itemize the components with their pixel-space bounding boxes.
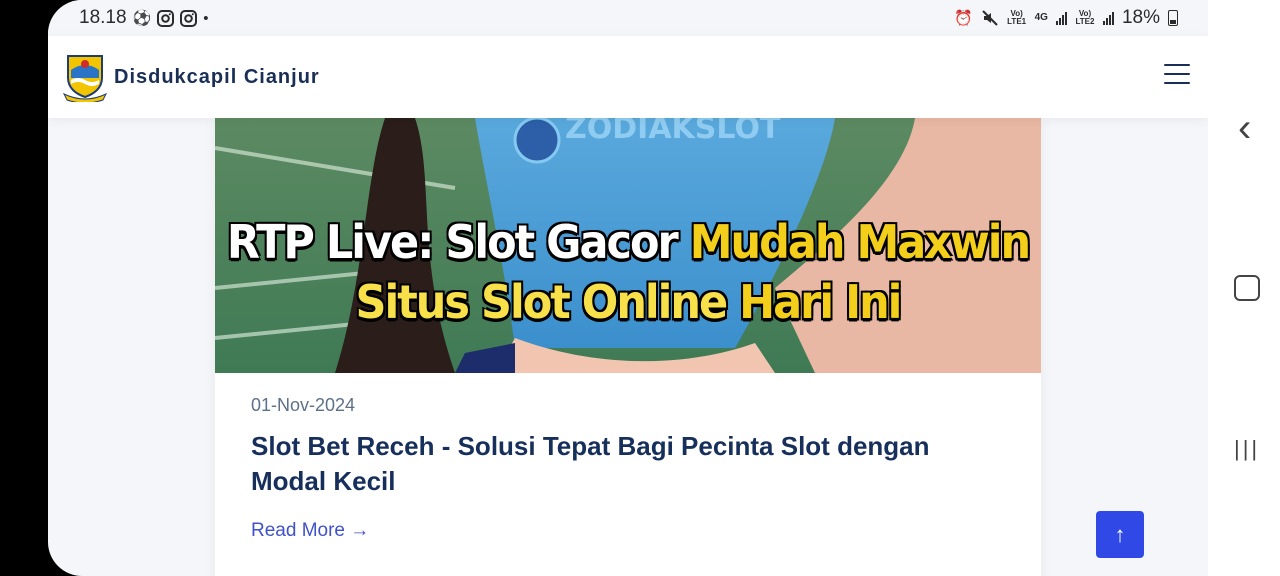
hamburger-menu-icon[interactable] (1164, 64, 1190, 88)
site-header: Disdukcapil Cianjur (48, 36, 1208, 118)
image-headline-1: RTP Live: Slot Gacor Mudah Maxwin (226, 216, 1031, 270)
soccer-ball-icon: ⚽ (132, 9, 152, 27)
scroll-to-top-button[interactable]: ↑ (1096, 511, 1144, 558)
instagram-icon (157, 9, 175, 27)
sim2-label: Vo) LTE2 (1075, 9, 1095, 26)
status-time: 18.18 (79, 7, 127, 28)
signal-icon (1102, 11, 1114, 25)
image-headline-2: Situs Slot Online Hari Ini (355, 276, 903, 330)
read-more-link[interactable]: Read More → (251, 520, 369, 542)
post-card: ZODIAKSLOT RTP Live: Slot Gacor Mudah Ma… (215, 118, 1041, 576)
signal-icon (1055, 11, 1067, 25)
notification-dot-icon: • (203, 9, 209, 27)
mute-icon (981, 10, 998, 26)
post-date: 01-Nov-2024 (251, 395, 356, 415)
recents-icon[interactable]: ||| (1234, 436, 1260, 462)
site-brand[interactable]: Disdukcapil Cianjur (114, 66, 320, 89)
battery-icon (1168, 10, 1178, 26)
battery-percent: 18% (1121, 7, 1160, 28)
post-title[interactable]: Slot Bet Receh - Solusi Tepat Bagi Pecin… (251, 429, 1011, 499)
shirt-logo-text: ZODIAKSLOT (565, 118, 781, 146)
status-bar: 18.18 ⚽ • ⏰ Vo) LTE1 4G Vo) LTE2 18% (48, 0, 1208, 36)
cianjur-logo[interactable] (62, 52, 108, 102)
post-image[interactable]: ZODIAKSLOT RTP Live: Slot Gacor Mudah Ma… (215, 118, 1041, 373)
alarm-icon: ⏰ (953, 9, 973, 27)
instagram-icon (180, 9, 198, 27)
back-icon[interactable]: ‹ (1238, 108, 1251, 148)
sim1-label: Vo) LTE1 (1007, 9, 1027, 26)
network-type: 4G (1034, 12, 1048, 23)
android-nav-bar: ‹ ||| (1208, 0, 1280, 576)
phone-screen: 18.18 ⚽ • ⏰ Vo) LTE1 4G Vo) LTE2 18% Dis… (48, 0, 1208, 576)
home-icon[interactable] (1234, 275, 1260, 301)
